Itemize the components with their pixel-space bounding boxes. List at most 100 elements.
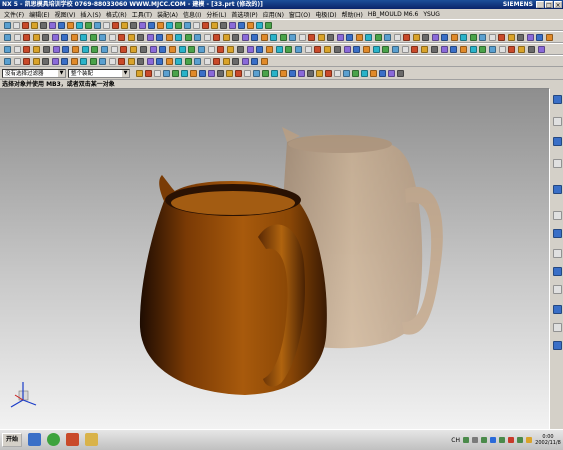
- toolbar-tool-icon[interactable]: [295, 46, 302, 53]
- toolbar-tool-icon[interactable]: [507, 34, 515, 41]
- toolbar-tool-icon[interactable]: [108, 58, 116, 65]
- toolbar-tool-icon[interactable]: [392, 46, 399, 53]
- resource-tab-icon[interactable]: [553, 229, 562, 238]
- toolbar-tool-icon[interactable]: [61, 58, 68, 65]
- toolbar-tool-icon[interactable]: [23, 58, 30, 65]
- toolbar-tool-icon[interactable]: [159, 46, 167, 53]
- toolbar-tool-icon[interactable]: [31, 22, 38, 29]
- toolbar-tool-icon[interactable]: [317, 34, 325, 41]
- toolbar-tool-icon[interactable]: [265, 46, 273, 53]
- toolbar-tool-icon[interactable]: [175, 34, 182, 41]
- bird-app-icon[interactable]: [28, 433, 41, 446]
- menu-analysis[interactable]: 分析(L): [206, 10, 226, 19]
- snap-point-icon[interactable]: [208, 70, 215, 77]
- toolbar-tool-icon[interactable]: [393, 34, 401, 41]
- resource-tab-icon[interactable]: [553, 341, 562, 350]
- toolbar-tool-icon[interactable]: [175, 58, 182, 65]
- toolbar-tool-icon[interactable]: [411, 46, 419, 53]
- toolbar-tool-icon[interactable]: [166, 22, 173, 29]
- toolbar-tool-icon[interactable]: [42, 46, 50, 53]
- toolbar-tool-icon[interactable]: [130, 22, 137, 29]
- resource-tab-icon[interactable]: [553, 211, 562, 220]
- toolbar-tool-icon[interactable]: [431, 34, 439, 41]
- toolbar-tool-icon[interactable]: [527, 46, 535, 53]
- toolbar-tool-icon[interactable]: [327, 34, 334, 41]
- toolbar-tool-icon[interactable]: [99, 58, 106, 65]
- toolbar-tool-icon[interactable]: [232, 58, 239, 65]
- toolbar-tool-icon[interactable]: [13, 46, 21, 53]
- toolbar-tool-icon[interactable]: [94, 22, 101, 29]
- toolbar-tool-icon[interactable]: [112, 22, 119, 29]
- toolbar-tool-icon[interactable]: [85, 22, 92, 29]
- toolbar-tool-icon[interactable]: [260, 34, 268, 41]
- toolbar-tool-icon[interactable]: [222, 34, 230, 41]
- toolbar-tool-icon[interactable]: [251, 34, 258, 41]
- toolbar-tool-icon[interactable]: [279, 34, 287, 41]
- snap-point-icon[interactable]: [280, 70, 287, 77]
- snap-point-icon[interactable]: [379, 70, 386, 77]
- toolbar-tool-icon[interactable]: [157, 22, 164, 29]
- toolbar-tool-icon[interactable]: [91, 46, 99, 53]
- toolbar-tool-icon[interactable]: [298, 34, 306, 41]
- toolbar-tool-icon[interactable]: [118, 58, 125, 65]
- toolbar-tool-icon[interactable]: [422, 34, 429, 41]
- toolbar-tool-icon[interactable]: [479, 46, 487, 53]
- toolbar-tool-icon[interactable]: [333, 46, 341, 53]
- toolbar-tool-icon[interactable]: [127, 34, 135, 41]
- snap-point-icon[interactable]: [262, 70, 269, 77]
- toolbar-tool-icon[interactable]: [139, 22, 146, 29]
- toolbar-tool-icon[interactable]: [156, 58, 163, 65]
- toolbar-tool-icon[interactable]: [526, 34, 534, 41]
- toolbar-tool-icon[interactable]: [536, 34, 543, 41]
- tray-icon[interactable]: [472, 437, 478, 443]
- toolbar-tool-icon[interactable]: [13, 58, 21, 65]
- toolbar-tool-icon[interactable]: [421, 46, 429, 53]
- toolbar-tool-icon[interactable]: [58, 22, 65, 29]
- toolbar-tool-icon[interactable]: [81, 46, 89, 53]
- toolbar-tool-icon[interactable]: [165, 34, 173, 41]
- snap-point-icon[interactable]: [190, 70, 197, 77]
- toolbar-tool-icon[interactable]: [178, 46, 186, 53]
- pitcher-model[interactable]: [139, 175, 327, 395]
- toolbar-tool-icon[interactable]: [346, 34, 353, 41]
- toolbar-tool-icon[interactable]: [121, 22, 128, 29]
- snap-point-icon[interactable]: [361, 70, 368, 77]
- close-button[interactable]: ×: [554, 1, 562, 9]
- type-filter-dropdown[interactable]: 没有选择过滤器 ▼: [2, 69, 66, 78]
- snap-point-icon[interactable]: [271, 70, 278, 77]
- toolbar-tool-icon[interactable]: [13, 34, 21, 41]
- toolbar-tool-icon[interactable]: [304, 46, 312, 53]
- resource-tab-icon[interactable]: [553, 305, 562, 314]
- snap-point-icon[interactable]: [244, 70, 251, 77]
- menu-insert[interactable]: 插入(S): [80, 10, 101, 19]
- toolbar-tool-icon[interactable]: [220, 22, 227, 29]
- toolbar-tool-icon[interactable]: [401, 46, 409, 53]
- snap-point-icon[interactable]: [334, 70, 341, 77]
- graphics-window[interactable]: [0, 89, 549, 429]
- toolbar-tool-icon[interactable]: [517, 34, 524, 41]
- toolbar-tool-icon[interactable]: [71, 46, 79, 53]
- toolbar-tool-icon[interactable]: [246, 46, 254, 53]
- toolbar-tool-icon[interactable]: [184, 58, 192, 65]
- toolbar-tool-icon[interactable]: [479, 34, 486, 41]
- toolbar-tool-icon[interactable]: [260, 58, 268, 65]
- toolbar-tool-icon[interactable]: [76, 22, 83, 29]
- menu-electrode[interactable]: 电极(D): [315, 10, 336, 19]
- toolbar-tool-icon[interactable]: [118, 34, 125, 41]
- toolbar-tool-icon[interactable]: [4, 58, 11, 65]
- toolbar-tool-icon[interactable]: [314, 46, 322, 53]
- clock[interactable]: 0:00 2002/11/8: [535, 434, 561, 446]
- toolbar-tool-icon[interactable]: [362, 46, 370, 53]
- snap-point-icon[interactable]: [145, 70, 152, 77]
- resource-tab-icon[interactable]: [553, 285, 562, 294]
- toolbar-tool-icon[interactable]: [498, 46, 506, 53]
- snap-point-icon[interactable]: [199, 70, 206, 77]
- toolbar-tool-icon[interactable]: [52, 46, 60, 53]
- snap-point-icon[interactable]: [388, 70, 395, 77]
- tray-icon[interactable]: [463, 437, 469, 443]
- snap-point-icon[interactable]: [226, 70, 233, 77]
- toolbar-tool-icon[interactable]: [101, 46, 108, 53]
- toolbar-tool-icon[interactable]: [265, 22, 272, 29]
- toolbar-tool-icon[interactable]: [108, 34, 116, 41]
- toolbar-tool-icon[interactable]: [382, 46, 390, 53]
